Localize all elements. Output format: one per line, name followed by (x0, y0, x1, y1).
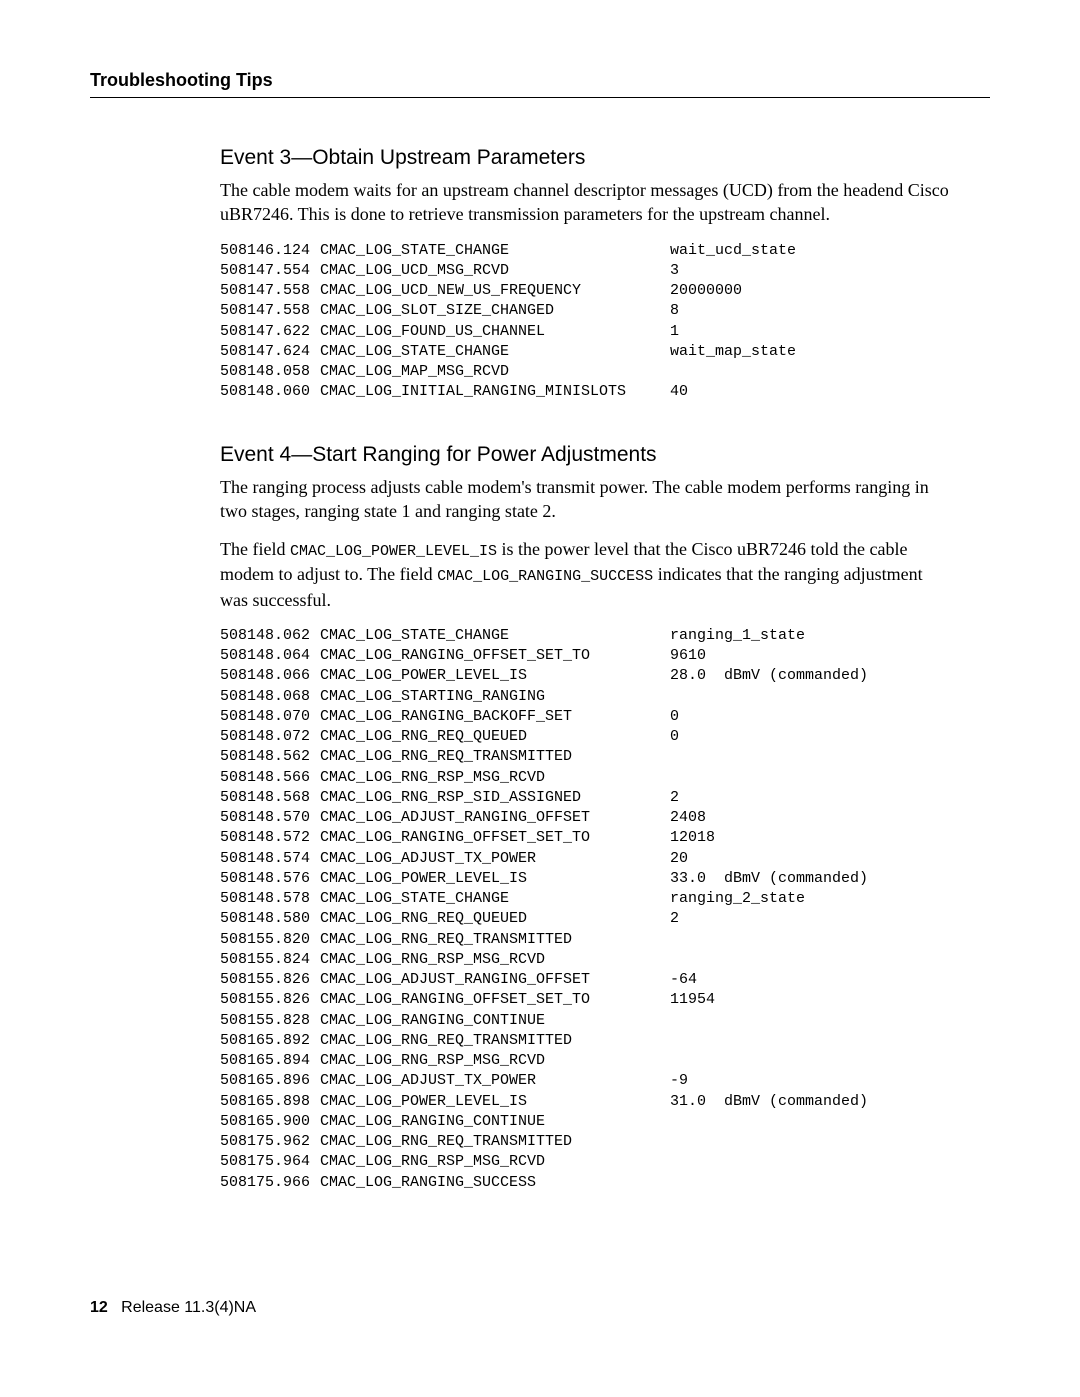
log-row: 508175.962CMAC_LOG_RNG_REQ_TRANSMITTED (220, 1132, 950, 1152)
log-row: 508147.558CMAC_LOG_SLOT_SIZE_CHANGED8 (220, 301, 950, 321)
section-heading-event4: Event 4—Start Ranging for Power Adjustme… (220, 443, 950, 467)
header-title: Troubleshooting Tips (90, 70, 273, 90)
page-footer: 12 Release 11.3(4)NA (90, 1299, 256, 1317)
section2-paragraph1: The ranging process adjusts cable modem'… (220, 475, 950, 524)
log-row: 508155.820CMAC_LOG_RNG_REQ_TRANSMITTED (220, 930, 950, 950)
log-row: 508175.966CMAC_LOG_RANGING_SUCCESS (220, 1173, 950, 1193)
inline-code-ranging-success: CMAC_LOG_RANGING_SUCCESS (437, 568, 653, 585)
log-row: 508148.576CMAC_LOG_POWER_LEVEL_IS33.0 dB… (220, 869, 950, 889)
log-row: 508155.828CMAC_LOG_RANGING_CONTINUE (220, 1011, 950, 1031)
log-row: 508146.124CMAC_LOG_STATE_CHANGEwait_ucd_… (220, 241, 950, 261)
page-number: 12 (90, 1299, 108, 1316)
log-row: 508148.572CMAC_LOG_RANGING_OFFSET_SET_TO… (220, 828, 950, 848)
log-row: 508148.580CMAC_LOG_RNG_REQ_QUEUED2 (220, 909, 950, 929)
log-row: 508147.624CMAC_LOG_STATE_CHANGEwait_map_… (220, 342, 950, 362)
log-row: 508148.062CMAC_LOG_STATE_CHANGEranging_1… (220, 626, 950, 646)
log-row: 508148.574CMAC_LOG_ADJUST_TX_POWER20 (220, 849, 950, 869)
log-row: 508148.070CMAC_LOG_RANGING_BACKOFF_SET0 (220, 707, 950, 727)
log-row: 508148.064CMAC_LOG_RANGING_OFFSET_SET_TO… (220, 646, 950, 666)
log-row: 508155.826CMAC_LOG_RANGING_OFFSET_SET_TO… (220, 990, 950, 1010)
log-row: 508155.826CMAC_LOG_ADJUST_RANGING_OFFSET… (220, 970, 950, 990)
log-row: 508148.060CMAC_LOG_INITIAL_RANGING_MINIS… (220, 382, 950, 402)
event4-log: 508148.062CMAC_LOG_STATE_CHANGEranging_1… (220, 626, 950, 1193)
log-row: 508148.570CMAC_LOG_ADJUST_RANGING_OFFSET… (220, 808, 950, 828)
event3-log: 508146.124CMAC_LOG_STATE_CHANGEwait_ucd_… (220, 241, 950, 403)
section1-paragraph: The cable modem waits for an upstream ch… (220, 178, 950, 227)
log-row: 508165.900CMAC_LOG_RANGING_CONTINUE (220, 1112, 950, 1132)
log-row: 508148.068CMAC_LOG_STARTING_RANGING (220, 687, 950, 707)
log-row: 508148.566CMAC_LOG_RNG_RSP_MSG_RCVD (220, 768, 950, 788)
release-label: Release 11.3(4)NA (121, 1299, 256, 1316)
inline-code-power-level: CMAC_LOG_POWER_LEVEL_IS (290, 543, 497, 560)
log-row: 508148.568CMAC_LOG_RNG_RSP_SID_ASSIGNED2 (220, 788, 950, 808)
log-row: 508148.072CMAC_LOG_RNG_REQ_QUEUED0 (220, 727, 950, 747)
log-row: 508148.066CMAC_LOG_POWER_LEVEL_IS28.0 dB… (220, 666, 950, 686)
log-row: 508155.824CMAC_LOG_RNG_RSP_MSG_RCVD (220, 950, 950, 970)
log-row: 508175.964CMAC_LOG_RNG_RSP_MSG_RCVD (220, 1152, 950, 1172)
log-row: 508148.562CMAC_LOG_RNG_REQ_TRANSMITTED (220, 747, 950, 767)
log-row: 508165.896CMAC_LOG_ADJUST_TX_POWER-9 (220, 1071, 950, 1091)
page-header: Troubleshooting Tips (90, 70, 990, 98)
section2-paragraph2: The field CMAC_LOG_POWER_LEVEL_IS is the… (220, 537, 950, 612)
log-row: 508165.892CMAC_LOG_RNG_REQ_TRANSMITTED (220, 1031, 950, 1051)
log-row: 508165.898CMAC_LOG_POWER_LEVEL_IS31.0 dB… (220, 1092, 950, 1112)
log-row: 508147.622CMAC_LOG_FOUND_US_CHANNEL1 (220, 322, 950, 342)
log-row: 508165.894CMAC_LOG_RNG_RSP_MSG_RCVD (220, 1051, 950, 1071)
log-row: 508147.554CMAC_LOG_UCD_MSG_RCVD3 (220, 261, 950, 281)
log-row: 508148.058CMAC_LOG_MAP_MSG_RCVD (220, 362, 950, 382)
section-heading-event3: Event 3—Obtain Upstream Parameters (220, 146, 950, 170)
log-row: 508147.558CMAC_LOG_UCD_NEW_US_FREQUENCY2… (220, 281, 950, 301)
text-fragment: The field (220, 539, 290, 559)
log-row: 508148.578CMAC_LOG_STATE_CHANGEranging_2… (220, 889, 950, 909)
page-content: Event 3—Obtain Upstream Parameters The c… (220, 146, 950, 1193)
